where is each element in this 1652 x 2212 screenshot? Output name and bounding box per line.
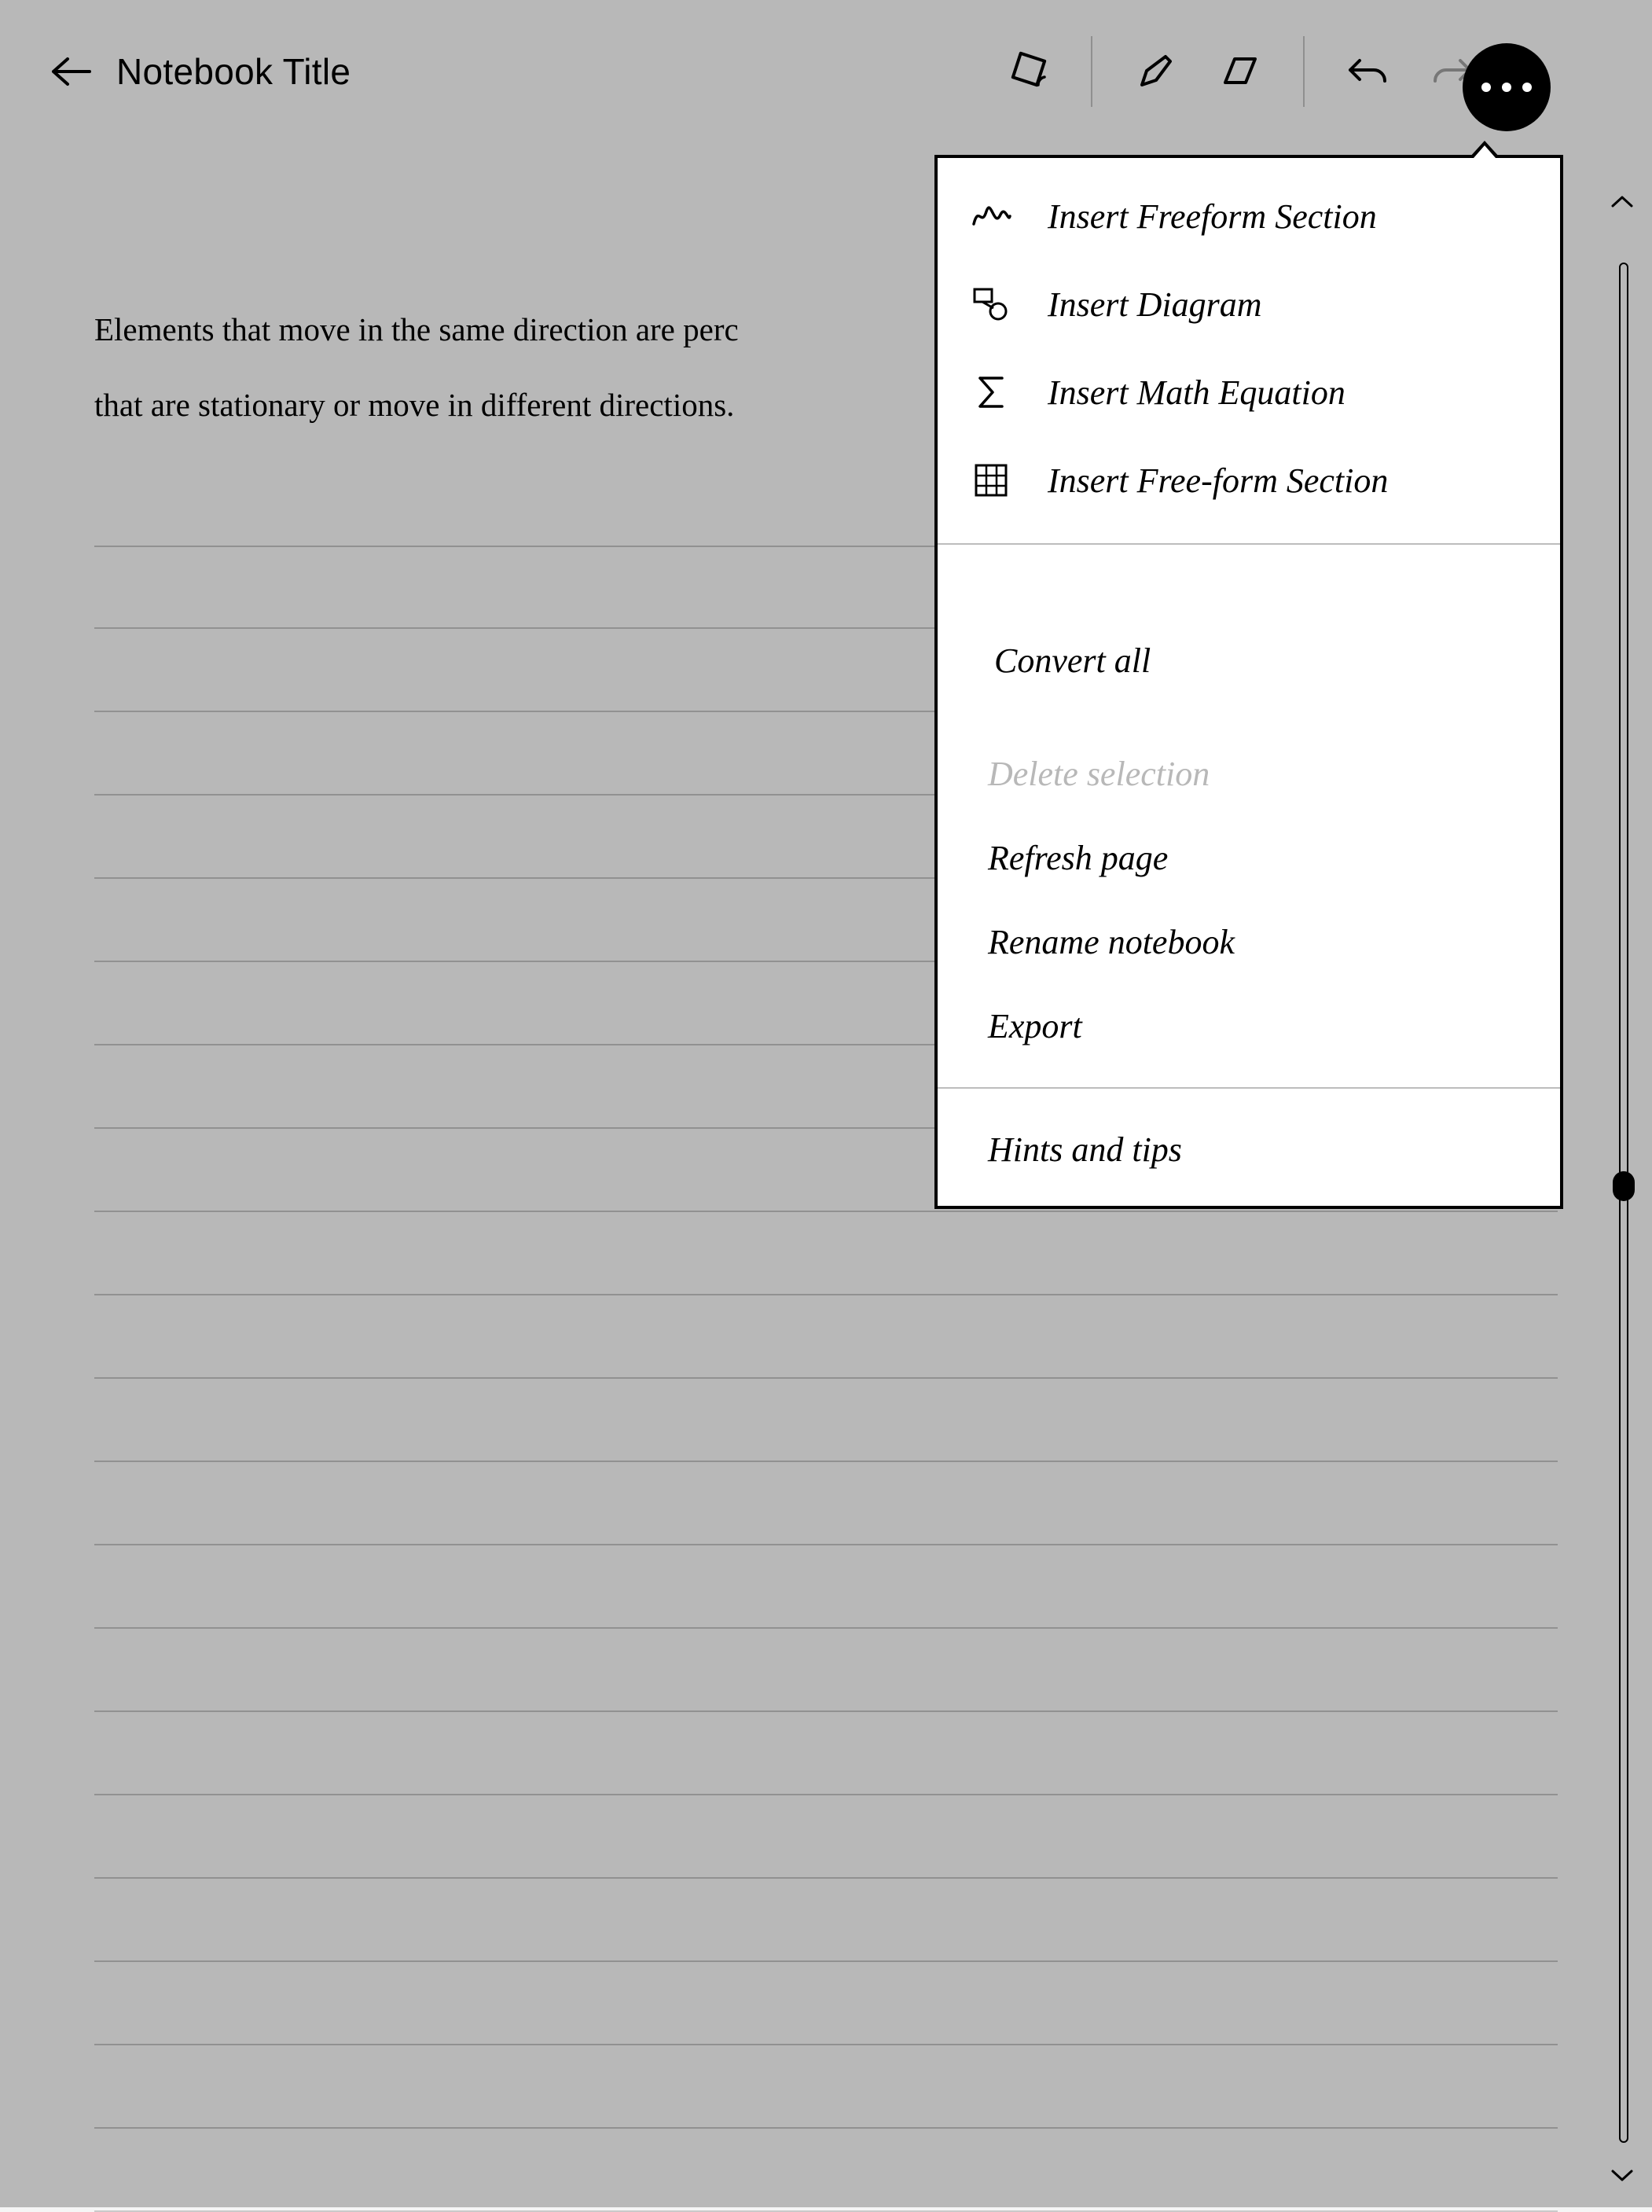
notebook-title: Notebook Title [116,50,351,93]
ruled-line [94,1879,1558,1962]
menu-item-label: Rename notebook [988,922,1235,962]
menu-item-refresh-page[interactable]: Refresh page [938,816,1560,900]
pen-icon [1136,52,1175,91]
menu-section-help: Hints and tips [938,1093,1560,1206]
ruled-line [94,1795,1558,1879]
menu-item-label: Insert Freeform Section [1048,197,1377,237]
menu-item-delete-selection: Delete selection [938,732,1560,816]
menu-section-insert: Insert Freeform Section Insert Diagram I… [938,158,1560,538]
ruled-line [94,2129,1558,2212]
dot-icon [1522,83,1532,92]
rotate-tool[interactable] [1000,43,1056,100]
pen-tool[interactable] [1127,43,1184,100]
scroll-up-button[interactable] [1608,190,1636,212]
highlight-convert-all[interactable]: Convert all [961,614,1198,707]
menu-divider [938,543,1560,545]
screen: Notebook Title [0,0,1652,2207]
menu-item-insert-freeform[interactable]: Insert Freeform Section [938,172,1560,260]
menu-item-label: Insert Math Equation [1048,373,1345,413]
ruled-line [94,1295,1558,1379]
menu-caret-icon [1469,141,1500,158]
rotate-icon [1007,50,1049,93]
menu-item-insert-math[interactable]: Insert Math Equation [938,348,1560,436]
undo-icon [1345,54,1390,89]
chevron-up-icon [1610,194,1634,208]
grid-icon [969,458,1013,502]
menu-item-label: Hints and tips [988,1130,1182,1170]
ruled-line [94,1212,1558,1295]
menu-item-hints-tips[interactable]: Hints and tips [938,1108,1560,1192]
chevron-down-icon [1610,2169,1634,2183]
ruled-line [94,1545,1558,1629]
menu-item-label: Refresh page [988,838,1168,878]
menu-item-label: Export [988,1006,1082,1046]
menu-item-insert-freeform-grid[interactable]: Insert Free-form Section [938,436,1560,524]
scrollbar-track[interactable] [1619,263,1628,2143]
menu-divider [938,1087,1560,1089]
eraser-icon [1219,53,1261,90]
menu-item-label: Delete selection [988,754,1210,794]
scrollbar-handle[interactable] [1613,1171,1635,1201]
toolbar-divider [1303,36,1305,107]
ruled-line [94,1962,1558,2045]
ruled-line [94,1462,1558,1545]
shapes-icon [969,282,1013,326]
eraser-tool[interactable] [1212,43,1268,100]
ruled-line [94,1379,1558,1462]
ruled-line [94,2045,1558,2129]
arrow-left-icon [50,56,91,87]
back-button[interactable] [47,48,94,95]
dot-icon [1481,83,1491,92]
sigma-icon [969,370,1013,414]
menu-item-rename-notebook[interactable]: Rename notebook [938,900,1560,984]
ruled-line [94,1712,1558,1795]
menu-item-label: Insert Diagram [1048,285,1262,325]
undo-button[interactable] [1339,43,1396,100]
highlight-label: Convert all [994,641,1151,681]
header-toolbar: Notebook Title [0,0,1652,142]
menu-item-insert-diagram[interactable]: Insert Diagram [938,260,1560,348]
more-menu-button[interactable] [1463,43,1551,131]
menu-item-label: Insert Free-form Section [1048,461,1388,501]
ruled-line [94,1629,1558,1712]
dot-icon [1502,83,1511,92]
menu-item-export[interactable]: Export [938,984,1560,1068]
scroll-down-button[interactable] [1608,2165,1636,2187]
scrollbar-thumb[interactable] [1619,263,1628,2143]
squiggle-icon [969,194,1013,238]
toolbar-divider [1091,36,1092,107]
